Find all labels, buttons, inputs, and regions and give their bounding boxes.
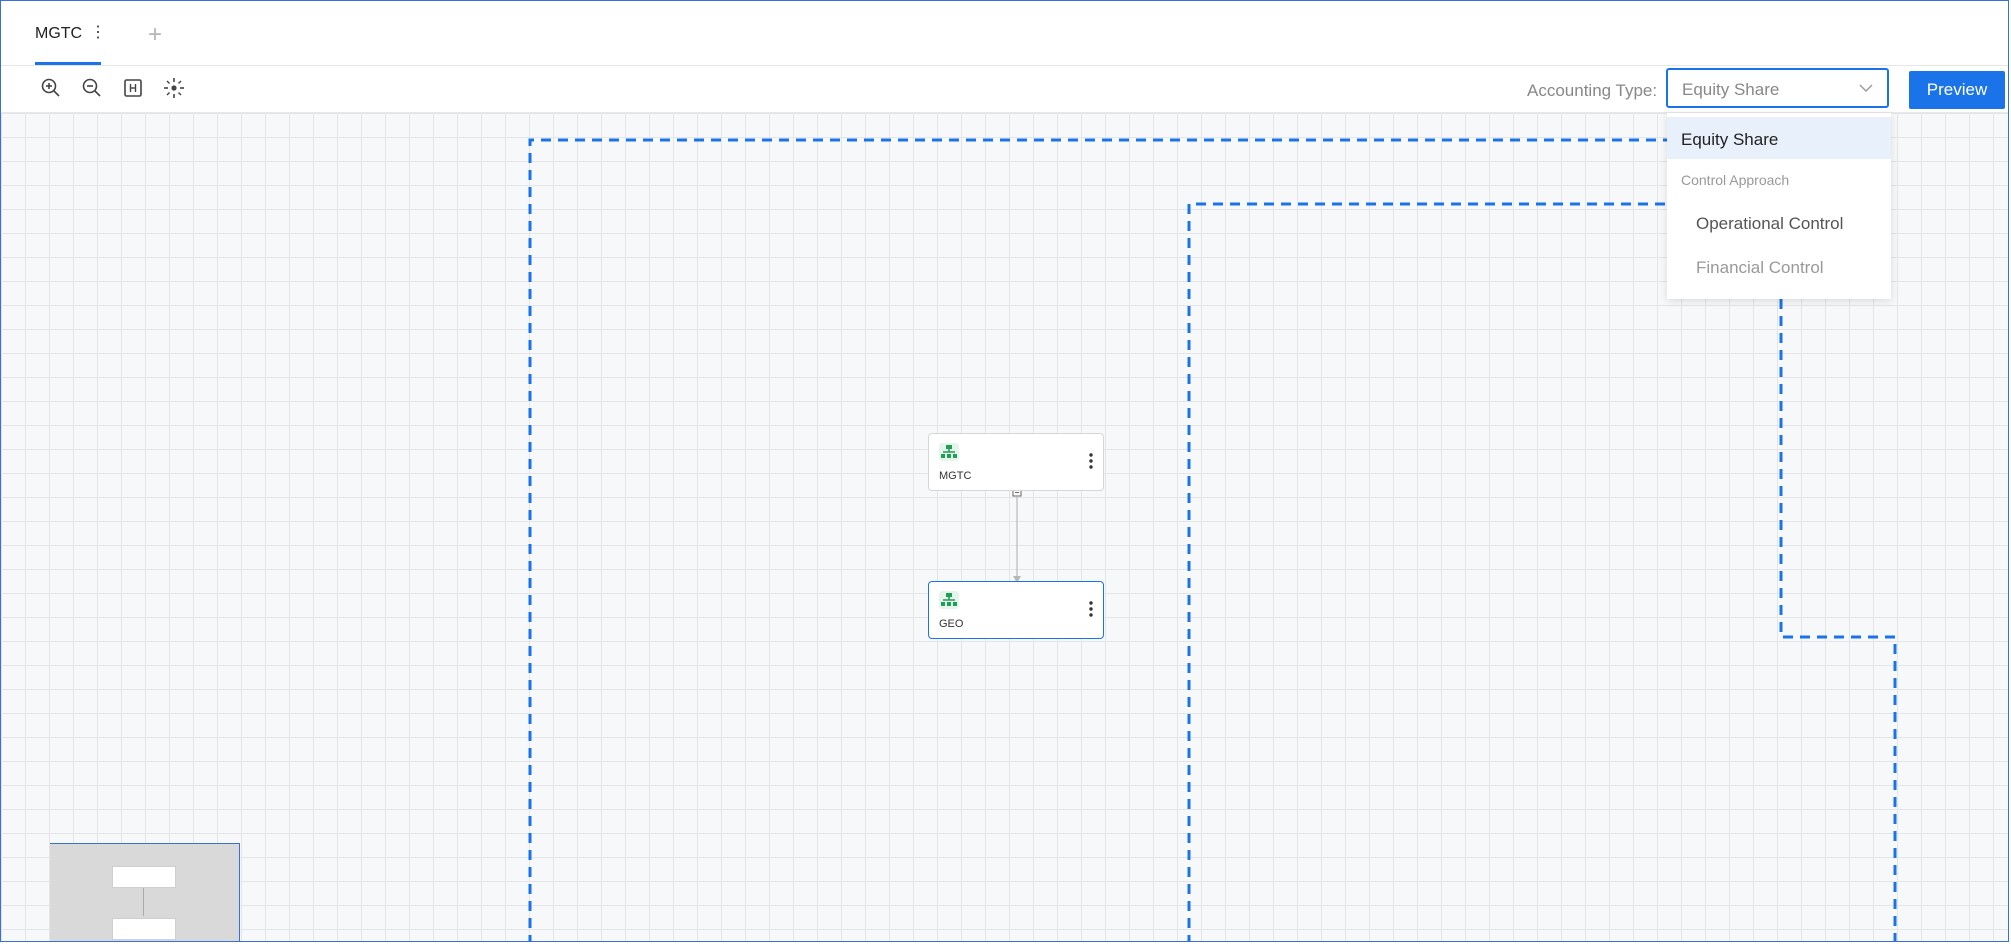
app-frame: MGTC ⋮ + Accounting Type: Equity Share P…: [0, 0, 2009, 942]
minimap-edge: [143, 888, 144, 916]
org-node-geo[interactable]: GEO: [928, 581, 1104, 639]
option-equity-share[interactable]: Equity Share: [1667, 117, 1891, 159]
org-chart-icon: [939, 443, 959, 461]
node-menu-icon[interactable]: [1089, 452, 1093, 470]
option-operational-control[interactable]: Operational Control: [1667, 201, 1891, 243]
option-label: Financial Control: [1696, 258, 1824, 277]
option-label: Operational Control: [1696, 214, 1844, 233]
node-label: MGTC: [939, 470, 972, 482]
minimap-node: [112, 866, 176, 888]
minimap[interactable]: [50, 843, 240, 941]
accounting-type-dropdown: Equity Share Control Approach Operationa…: [1667, 113, 1891, 299]
option-financial-control[interactable]: Financial Control: [1667, 245, 1891, 287]
node-menu-icon[interactable]: [1089, 600, 1093, 618]
option-group-label: Control Approach: [1681, 172, 1790, 188]
option-group-control-approach: Control Approach: [1667, 161, 1891, 197]
edge-connector: [1012, 489, 1022, 583]
option-label: Equity Share: [1681, 130, 1779, 149]
org-chart-icon: [939, 591, 959, 609]
org-node-mgtc[interactable]: MGTC: [928, 433, 1104, 491]
minimap-node: [112, 918, 176, 940]
node-label: GEO: [939, 618, 964, 630]
